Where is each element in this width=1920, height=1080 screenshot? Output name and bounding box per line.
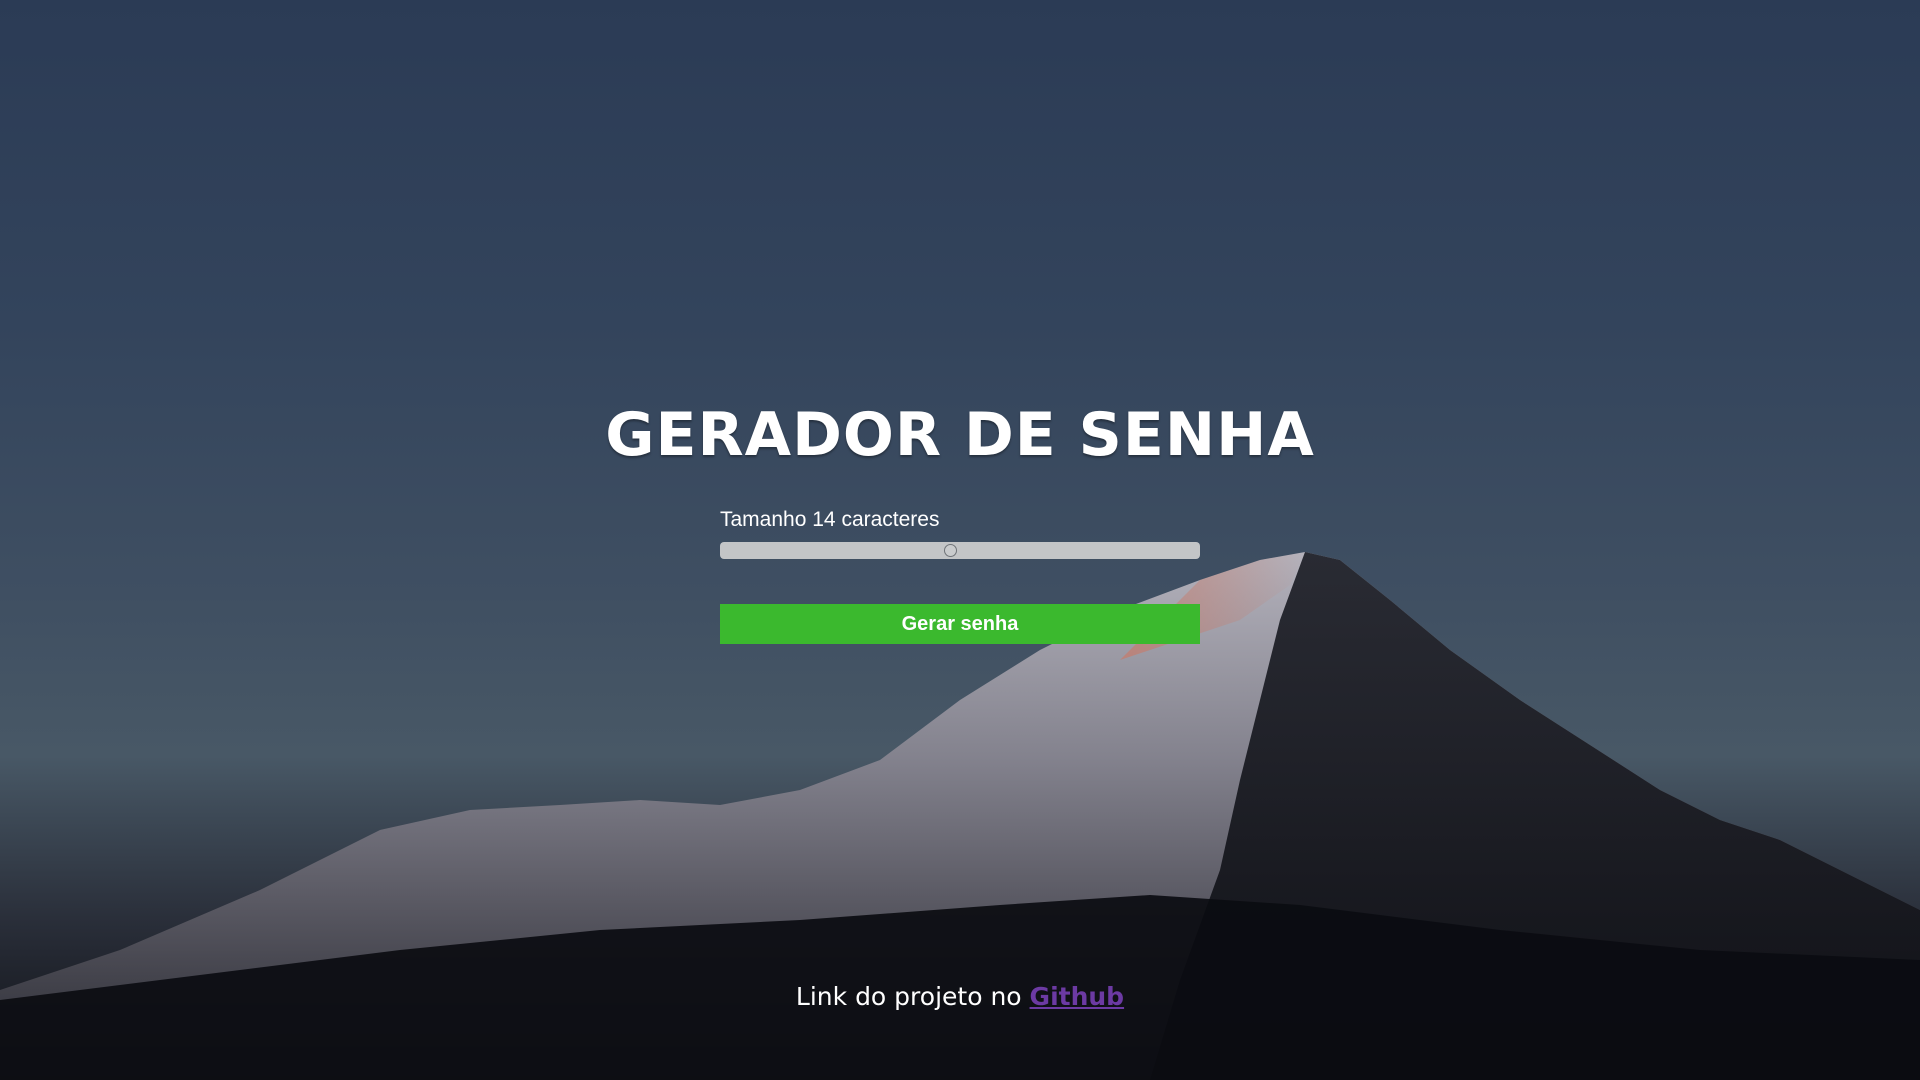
page-title: GERADOR DE SENHA <box>605 400 1315 470</box>
footer-text: Link do projeto no <box>795 982 1022 1011</box>
generate-password-button[interactable]: Gerar senha <box>720 604 1200 644</box>
size-label-prefix: Tamanho <box>720 508 807 531</box>
slider-thumb[interactable] <box>944 544 958 557</box>
main-container: GERADOR DE SENHA Tamanho 14 caracteres G… <box>0 0 1920 1080</box>
github-link[interactable]: Github <box>1030 982 1125 1011</box>
size-label: Tamanho 14 caracteres <box>720 508 939 532</box>
size-value: 14 <box>812 508 836 531</box>
size-slider[interactable] <box>720 542 1200 559</box>
footer: Link do projeto no Github <box>0 982 1920 1011</box>
size-label-suffix: caracteres <box>841 508 940 531</box>
